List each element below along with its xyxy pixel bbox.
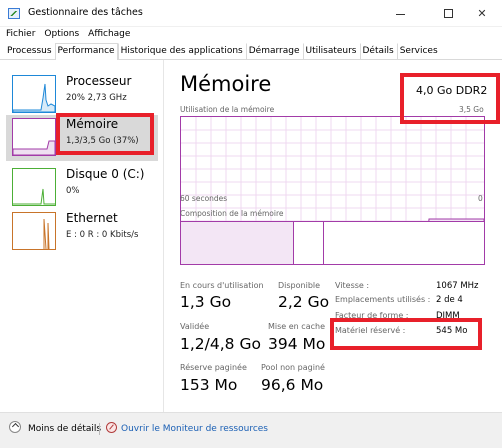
ethernet-mini-graph [43,218,50,250]
sidebar-item-sub: 0% [66,186,80,196]
minimize-icon [395,14,405,15]
sidebar-item-disk[interactable]: Disque 0 (C:) 0% [6,165,158,211]
tab-services[interactable]: Services [396,43,441,60]
footer-divider [99,423,100,435]
nonpaged-pool-value: 96,6 Mo [261,376,324,394]
cpu-mini-graph [12,83,56,113]
disk-thumbnail [12,168,56,206]
cached-label: Mise en cache [268,322,325,331]
slots-label: Emplacements utilisés : [335,295,431,304]
tab-performance[interactable]: Performance [54,43,118,61]
menu-options[interactable]: Options [35,27,79,43]
highlight-box-sidebar-memory [56,113,154,155]
zero-axis-label: 0 [478,194,483,203]
close-icon: ✕ [477,7,487,20]
time-axis-label: 60 secondes [180,194,228,203]
task-manager-icon [8,8,20,19]
speed-label: Vitesse : [335,281,370,290]
sidebar-item-label: Disque 0 (C:) [66,167,145,181]
tab-details[interactable]: Détails [359,43,397,60]
cached-value: 394 Mo [268,335,326,353]
slots-value: 2 de 4 [436,295,463,305]
composition-modified [294,222,324,264]
available-label: Disponible [278,281,321,290]
minimize-button[interactable] [380,0,420,27]
page-title: Mémoire [180,72,272,96]
footer-bar: Moins de détails Ouvrir le Moniteur de r… [0,412,502,448]
maximize-icon [443,9,453,18]
composition-free [324,222,484,264]
composition-label: Composition de la mémoire [180,209,284,218]
sidebar-item-label: Processeur [66,74,132,88]
speed-value: 1067 MHz [436,281,479,291]
fewer-details-button[interactable]: Moins de détails [28,424,101,434]
usage-chart-label: Utilisation de la mémoire [180,105,275,114]
highlight-box-hardware-reserved [330,318,482,350]
cpu-thumbnail [12,75,56,113]
committed-value: 1,2/4,8 Go [180,335,261,353]
tab-users[interactable]: Utilisateurs [302,43,360,60]
in-use-label: En cours d'utilisation [180,281,264,290]
ethernet-thumbnail [12,212,56,250]
sidebar-item-sub: E : 0 R : 0 Kbits/s [66,230,139,240]
resource-monitor-icon[interactable] [106,422,117,433]
memory-thumbnail [12,118,56,156]
tab-app-history[interactable]: Historique des applications [117,43,246,60]
sidebar-item-cpu[interactable]: Processeur 20% 2,73 GHz [6,72,158,118]
highlight-box-memory-type [400,73,500,124]
composition-in-use [181,222,294,264]
paged-pool-label: Réserve paginée [180,363,247,372]
available-value: 2,2 Go [278,293,330,311]
in-use-value: 1,3 Go [180,293,232,311]
tab-processes[interactable]: Processus [4,43,55,60]
window-title: Gestionnaire des tâches [28,7,143,18]
close-button[interactable]: ✕ [462,0,502,27]
sidebar-item-label: Ethernet [66,211,118,225]
sidebar-item-ethernet[interactable]: Ethernet E : 0 R : 0 Kbits/s [6,209,158,255]
memory-composition-bar [180,221,485,265]
nonpaged-pool-label: Pool non paginé [261,363,325,372]
menu-file[interactable]: Fichier [0,27,35,43]
disk-mini-graph [13,188,55,205]
tab-bar: Processus Performance Historique des app… [0,43,502,61]
committed-label: Validée [180,322,210,331]
title-bar: Gestionnaire des tâches ✕ [0,0,502,27]
paged-pool-value: 153 Mo [180,376,238,394]
tab-startup[interactable]: Démarrage [245,43,303,60]
sidebar-item-sub: 20% 2,73 GHz [66,93,127,103]
menu-bar: Fichier Options Affichage [0,27,502,43]
memory-mini-graph [12,140,56,156]
menu-view[interactable]: Affichage [79,27,130,43]
chevron-up-icon[interactable] [9,421,21,433]
resource-monitor-link[interactable]: Ouvrir le Moniteur de ressources [121,424,268,434]
